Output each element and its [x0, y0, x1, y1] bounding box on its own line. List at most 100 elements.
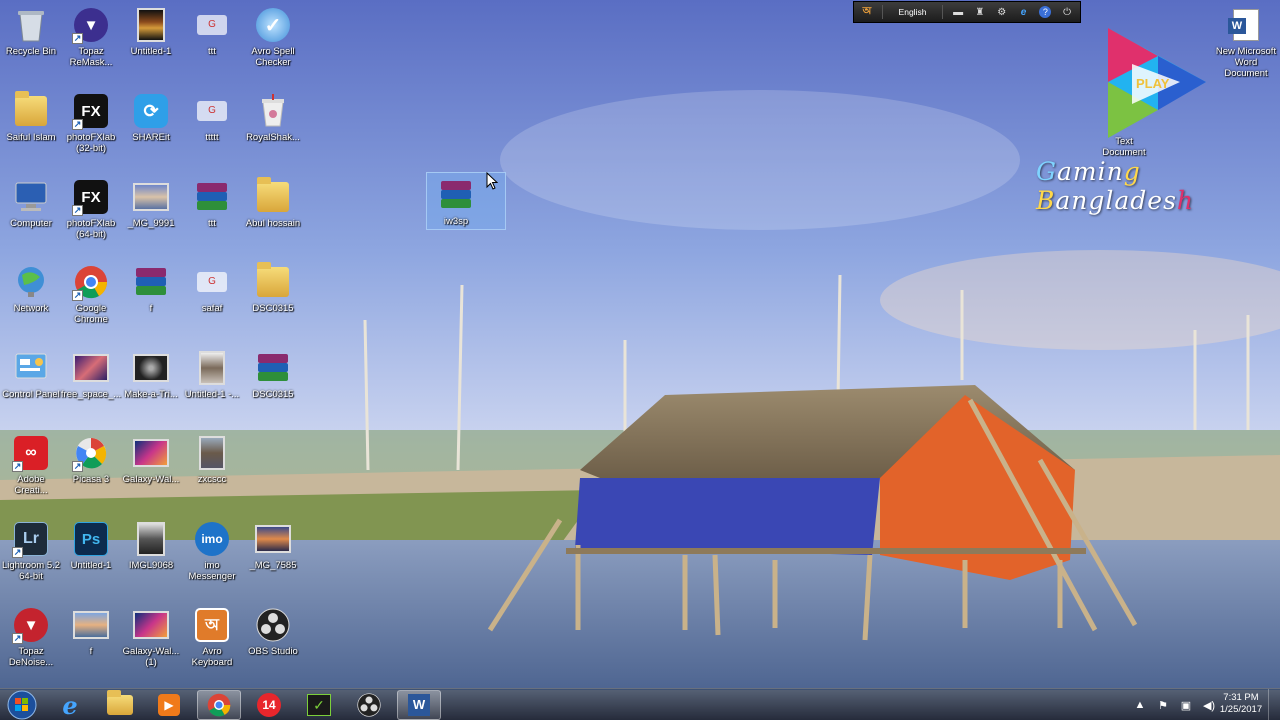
desktop-icon-ttttt[interactable]: G ttttt	[181, 92, 243, 143]
desktop-icon-free-space[interactable]: free_space_...	[60, 349, 122, 400]
taskbar-recorder[interactable]: ✓	[297, 690, 341, 720]
desktop-icon-network[interactable]: Network	[0, 263, 62, 314]
show-hidden-icon[interactable]: ▲	[1133, 699, 1147, 711]
desktop-icon-royalshak[interactable]: RoyalShak...	[242, 92, 304, 143]
topaz-icon: ▼ ↗	[12, 606, 50, 644]
desktop-icon-adobe-creative[interactable]: ∞ ↗ Adobe Creati...	[0, 434, 62, 496]
desktop-icon-untitled-1-a[interactable]: Untitled-1	[120, 6, 182, 57]
desktop-icon-lightroom[interactable]: Lr ↗ Lightroom 5.2 64-bit	[0, 520, 62, 582]
desktop-icon-recycle-bin[interactable]: Recycle Bin	[0, 6, 62, 57]
desktop-icon-label: Make-a-Tri...	[124, 389, 178, 400]
obs-icon	[254, 606, 292, 644]
desktop-icon-iw3sp[interactable]: iw3sp	[425, 176, 487, 227]
desktop-icon-picasa[interactable]: ↗ Picasa 3	[60, 434, 122, 485]
clock-date: 1/25/2017	[1219, 704, 1263, 715]
desktop-icon-label: photoFXlab (64-bit)	[66, 218, 116, 240]
desktop-icon-f-rar[interactable]: f	[120, 263, 182, 314]
network-icon	[12, 263, 50, 301]
desktop-icon-zxcscc[interactable]: zxcscc	[181, 434, 243, 485]
taskbar-obs[interactable]	[347, 690, 391, 720]
desktop-icon-label: ttt	[208, 218, 216, 229]
desktop-icon-label: Galaxy-Wal... (1)	[122, 646, 180, 668]
portrait-photo-icon	[132, 520, 170, 558]
clock[interactable]: 7:31 PM 1/25/2017	[1216, 692, 1266, 716]
desktop-icon-abul-hossain[interactable]: Abul hossain	[242, 177, 304, 229]
fx-icon: FX ↗	[72, 92, 110, 130]
help-icon[interactable]: ?	[1038, 5, 1052, 19]
desktop-icon-avro-spell[interactable]: ✓ Avro Spell Checker	[242, 6, 304, 68]
language-selector[interactable]: English	[891, 7, 934, 17]
desktop-icon-label: New Microsoft Word Document	[1215, 46, 1277, 79]
show-desktop-button[interactable]	[1268, 689, 1280, 720]
volume-icon[interactable]: ◀)	[1202, 699, 1216, 712]
desktop-icon-label: iw3sp	[443, 216, 469, 227]
desktop-icon-f-photo[interactable]: f	[60, 606, 122, 657]
desktop-icon-label: Adobe Creati...	[14, 474, 48, 496]
desktop-icon-imo[interactable]: imo imo Messenger	[181, 520, 243, 582]
taskbar-badge-app[interactable]: 14	[247, 690, 291, 720]
desktop-icon-new-word-doc[interactable]: W New Microsoft Word Document	[1215, 6, 1277, 79]
desktop-icon-make-a-tri[interactable]: Make-a-Tri...	[120, 349, 182, 400]
avro-logo-icon[interactable]: অ	[860, 5, 874, 19]
desktop-icon-avro-keyboard[interactable]: অ Avro Keyboard	[181, 606, 243, 668]
desktop-icon-label: SHAREit	[132, 132, 170, 143]
shareit-icon: ⟳	[132, 92, 170, 130]
desktop-icon-label: Computer	[10, 218, 52, 229]
mouse-icon[interactable]: ♜	[973, 5, 987, 19]
avro-icon: অ	[193, 606, 231, 644]
desktop-icon-shareit[interactable]: ⟳ SHAREit	[120, 92, 182, 143]
action-center-icon[interactable]: ⚑	[1156, 699, 1170, 712]
desktop-icon-mg9991[interactable]: _MG_9991	[120, 178, 182, 229]
keyboard-icon[interactable]: ▬	[951, 5, 965, 19]
desktop-icon-galaxy-wal-1[interactable]: Galaxy-Wal... (1)	[120, 606, 182, 668]
desktop-icon-safaf[interactable]: G safaf	[181, 263, 243, 314]
taskbar-chrome[interactable]	[197, 690, 241, 720]
recycle-bin-icon	[12, 6, 50, 44]
burger-photo-icon	[132, 6, 170, 44]
desktop-icon-topaz-denoise[interactable]: ▼ ↗ Topaz DeNoise...	[0, 606, 62, 668]
desktop-icon-imgl9068[interactable]: IMGL9068	[120, 520, 182, 571]
desktop-icon-topaz-remask[interactable]: ▼ ↗ Topaz ReMask...	[60, 6, 122, 68]
desktop-icon-computer[interactable]: Computer	[0, 178, 62, 229]
mouse-cursor-icon	[486, 172, 498, 190]
desktop-icon-untitled-1-b[interactable]: Untitled-1 -...	[181, 349, 243, 400]
desktop-icon-label: _MG_7585	[249, 560, 297, 571]
network-tray-icon[interactable]: ▣	[1179, 699, 1193, 712]
desktop-icon-label: OBS Studio	[248, 646, 298, 657]
galaxy-photo-icon	[132, 434, 170, 472]
taskbar-explorer[interactable]	[98, 690, 142, 720]
desktop-icon-galaxy-wal[interactable]: Galaxy-Wal...	[120, 434, 182, 485]
toolbar-separator	[881, 5, 883, 19]
desktop-icon-untitled-1-psd[interactable]: Ps Untitled-1	[60, 520, 122, 571]
desktop-icon-dsc0315-folder[interactable]: DSC0315	[242, 262, 304, 314]
start-button[interactable]	[3, 690, 41, 720]
fx-icon: FX ↗	[72, 178, 110, 216]
ie-icon[interactable]: e	[1017, 5, 1031, 19]
user-folder-icon	[254, 262, 292, 301]
desktop-icon-photofxlab-64[interactable]: FX ↗ photoFXlab (64-bit)	[60, 178, 122, 240]
desktop-icon-label: Untitled-1	[130, 46, 172, 57]
desktop-icon-google-chrome[interactable]: ↗ Google Chrome	[60, 263, 122, 325]
desktop-icon-control-panel[interactable]: Control Panel	[0, 349, 62, 400]
taskbar-media-player[interactable]: ▶	[147, 690, 191, 720]
desktop-icon-mg7585[interactable]: _MG_7585	[242, 520, 304, 571]
logo-brand-text: PLAY	[1136, 76, 1170, 91]
shake-cup-icon	[254, 92, 292, 130]
adobe-cc-icon: ∞ ↗	[12, 434, 50, 472]
desktop-icon-ttt-b[interactable]: ttt	[181, 178, 243, 229]
desktop-icon-label: Topaz DeNoise...	[8, 646, 54, 668]
imo-icon: imo	[193, 520, 231, 558]
portrait-photo-icon	[193, 434, 231, 472]
desktop-icon-ttt-a[interactable]: G ttt	[181, 6, 243, 57]
desktop-icon-saiful-islam[interactable]: Saiful Islam	[0, 91, 62, 143]
desktop-icon-obs-studio[interactable]: OBS Studio	[242, 606, 304, 657]
desktop-icon-photofxlab-32[interactable]: FX ↗ photoFXlab (32-bit)	[60, 92, 122, 154]
power-icon[interactable]: ⏻	[1060, 5, 1074, 19]
desktop-icon-dsc0315-rar[interactable]: DSC0315	[242, 349, 304, 400]
taskbar-ie[interactable]: e	[48, 690, 92, 720]
taskbar-word[interactable]: W	[397, 690, 441, 720]
gear-icon[interactable]: ⚙	[995, 5, 1009, 19]
ie-icon: e	[62, 690, 78, 720]
winrar-icon	[132, 263, 170, 301]
desktop-icon-label: Avro Spell Checker	[251, 46, 295, 68]
